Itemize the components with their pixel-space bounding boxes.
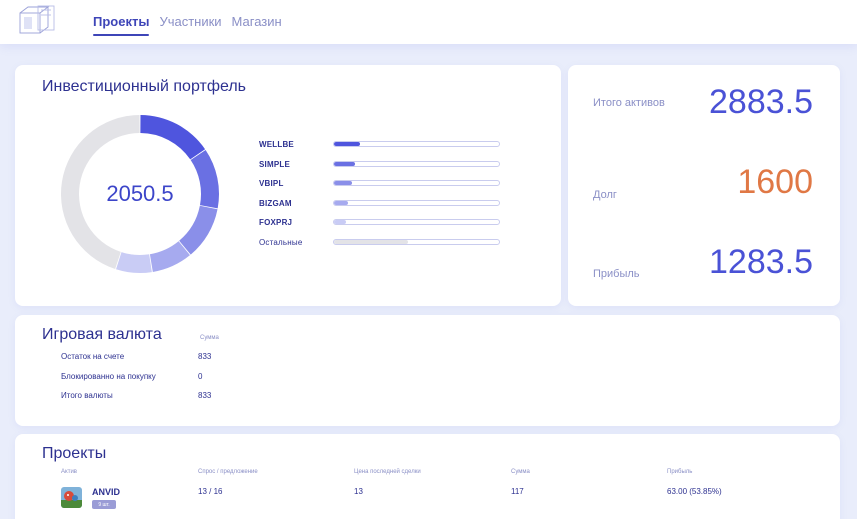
portfolio-total-value: 2050.5 [106, 181, 174, 206]
profit-label: Прибыль [593, 268, 640, 280]
currency-row-value: 833 [198, 391, 212, 400]
project-demand-supply: 13 / 16 [198, 487, 223, 496]
legend-label: VBIPL [259, 179, 284, 188]
legend-bar-fill [334, 181, 353, 185]
column-header-asset: Актив [61, 469, 77, 475]
legend-bar-track [333, 180, 500, 186]
legend-item-vbipl: VBIPL [259, 177, 504, 197]
currency-row-value: 833 [198, 352, 212, 361]
debt-value: 1600 [737, 163, 813, 201]
legend-bar-track [333, 141, 500, 147]
top-bar: Проекты Участники Магазин [0, 0, 857, 44]
legend-bar-track [333, 160, 500, 167]
legend-bar-track [333, 199, 500, 206]
project-quantity-badge: 9 шт. [92, 500, 116, 509]
legend-bar-fill [334, 161, 355, 166]
project-last-price: 13 [354, 487, 363, 496]
legend-item-simple: SIMPLE [259, 158, 504, 178]
total-assets-label: Итого активов [593, 97, 665, 109]
project-profit: 63.00 (53.85%) [667, 487, 722, 496]
column-header-last-price: Цена последней сделки [354, 469, 421, 475]
portfolio-card: Инвестиционный портфель 2050.5 WELLBE SIM… [15, 65, 561, 306]
nav-tab-shop[interactable]: Магазин [232, 14, 282, 35]
legend-bar-track [333, 238, 500, 245]
portfolio-title: Инвестиционный портфель [42, 78, 247, 95]
total-assets-value: 2883.5 [709, 83, 813, 121]
project-name-link[interactable]: ANVID [92, 487, 120, 497]
currency-sum-caption: Сумма [200, 335, 219, 341]
legend-label: SIMPLE [259, 159, 290, 169]
currency-row-label: Блокированно на покупку [61, 372, 156, 381]
legend-bar-track [333, 219, 500, 225]
nav-tab-projects[interactable]: Проекты [93, 14, 150, 36]
projects-card: Проекты Актив Спрос / предложение Цена п… [15, 434, 840, 519]
main-nav: Проекты Участники Магазин [93, 14, 282, 36]
column-header-sum: Сумма [511, 469, 530, 475]
project-sum: 117 [511, 487, 524, 496]
currency-row-value: 0 [198, 372, 203, 381]
portfolio-legend: WELLBE SIMPLE VBIPL BIZGAM FOXPRJ Остальные [259, 138, 504, 255]
legend-label: FOXPRJ [259, 218, 293, 227]
debt-label: Долг [593, 189, 617, 201]
totals-card: Итого активов 2883.5 Долг 1600 Прибыль 1… [568, 65, 840, 306]
nav-tab-members[interactable]: Участники [159, 14, 221, 35]
legend-bar-fill [334, 142, 360, 146]
column-header-demand-supply: Спрос / предложение [198, 469, 258, 475]
currency-row-label: Остаток на счете [61, 352, 125, 361]
logo-icon[interactable] [18, 5, 58, 37]
game-currency-card: Игровая валюта Сумма Остаток на счете 83… [15, 315, 840, 426]
column-header-profit: Прибыль [667, 469, 693, 475]
profit-value: 1283.5 [709, 243, 813, 281]
project-avatar-icon[interactable] [61, 487, 82, 508]
projects-title: Проекты [42, 445, 107, 462]
legend-item-остальные: Остальные [259, 236, 504, 256]
legend-item-foxprj: FOXPRJ [259, 216, 504, 236]
currency-row-label: Итого валюты [61, 391, 113, 400]
legend-bar-fill [334, 239, 409, 244]
legend-label: WELLBE [259, 140, 294, 149]
legend-item-bizgam: BIZGAM [259, 197, 504, 217]
legend-bar-fill [334, 200, 349, 205]
legend-item-wellbe: WELLBE [259, 138, 504, 158]
legend-bar-fill [334, 220, 347, 224]
legend-label: Остальные [259, 237, 303, 247]
legend-label: BIZGAM [259, 198, 292, 208]
currency-title: Игровая валюта [42, 326, 162, 343]
